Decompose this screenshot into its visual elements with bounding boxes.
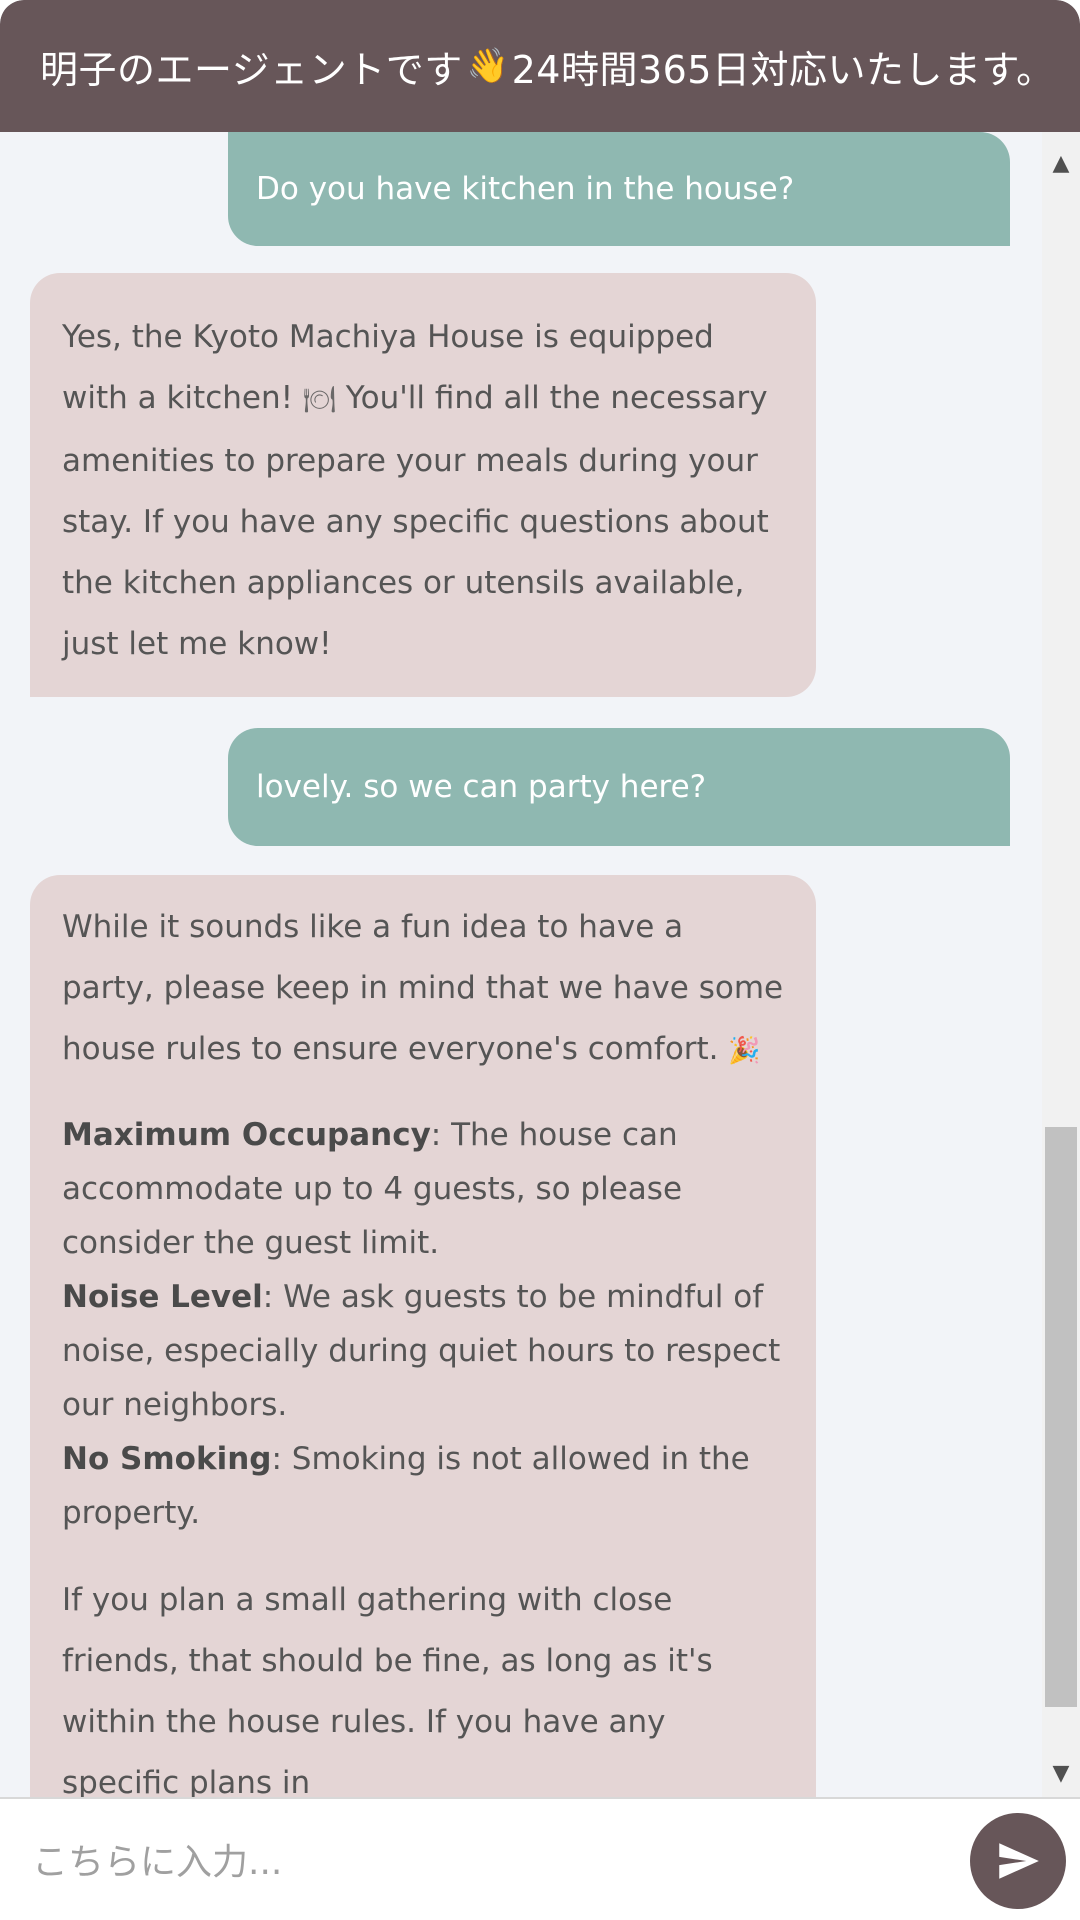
message-list[interactable]: Do you have kitchen in the house? Yes, t… [0, 132, 1042, 1797]
rule-title: Noise Level [62, 1279, 263, 1315]
header-title-part1: 明子のエージェントです [40, 47, 463, 92]
chat-widget: 明子のエージェントです 👋 24時間365日対応いたします。 Do you have… [0, 0, 1080, 1920]
party-popper-icon: 🎉 [728, 1036, 761, 1066]
send-icon [999, 1843, 1039, 1879]
user-message-text: Do you have kitchen in the house? [256, 171, 795, 207]
chat-header: 明子のエージェントです 👋 24時間365日対応いたします。 [0, 0, 1080, 132]
bot-message-text: You'll find all the necessary amenities … [62, 380, 769, 662]
house-rule: Noise Level: We ask guests to be mindful… [62, 1270, 784, 1432]
scroll-up-arrow-icon[interactable]: ▲ [1042, 144, 1080, 184]
bot-message: While it sounds like a fun idea to have … [30, 875, 816, 1797]
scrollbar-thumb[interactable] [1045, 1127, 1077, 1707]
rule-title: Maximum Occupancy [62, 1117, 431, 1153]
scroll-down-arrow-icon[interactable]: ▼ [1042, 1754, 1080, 1794]
send-button[interactable] [970, 1813, 1066, 1909]
bot-message-closing: If you plan a small gathering with close… [62, 1582, 713, 1797]
message-input[interactable] [30, 1829, 934, 1895]
user-message: lovely. so we can party here? [228, 728, 1010, 846]
house-rule: No Smoking: Smoking is not allowed in th… [62, 1432, 784, 1540]
house-rule: Maximum Occupancy: The house can accommo… [62, 1108, 784, 1270]
bot-message-intro: While it sounds like a fun idea to have … [62, 909, 784, 1067]
rule-title: No Smoking [62, 1441, 272, 1477]
header-title-part2: 24時間365日対応いたします。 [511, 47, 1055, 92]
message-input-bar [0, 1797, 1080, 1920]
user-message: Do you have kitchen in the house? [228, 132, 1010, 246]
plate-icon: 🍽 [302, 385, 336, 415]
user-message-text: lovely. so we can party here? [256, 769, 707, 805]
bot-message: Yes, the Kyoto Machiya House is equipped… [30, 273, 816, 697]
waving-hand-icon: 👋 [466, 46, 510, 86]
chat-scrollbar[interactable]: ▲ ▼ [1042, 132, 1080, 1797]
